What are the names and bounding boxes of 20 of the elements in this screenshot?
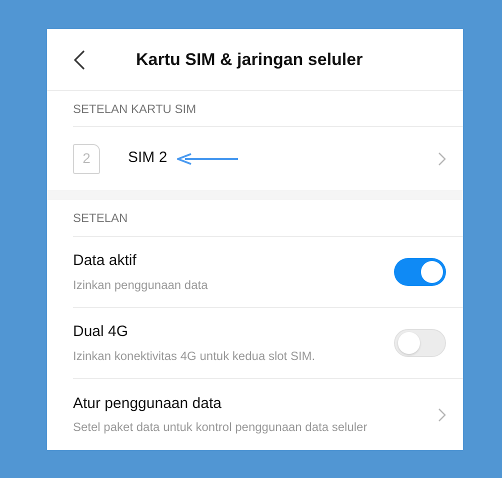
- sim-list-item[interactable]: 2 SIM 2: [73, 127, 463, 190]
- settings-list-item[interactable]: Dual 4G Izinkan konektivitas 4G untuk kedua slot SIM.: [73, 308, 463, 379]
- page-title: Kartu SIM & jaringan seluler: [136, 48, 363, 71]
- setting-description: Setel paket data untuk kontrol penggunaan data seluler: [73, 419, 368, 436]
- setting-description: Izinkan konektivitas 4G untuk kedua slot SIM.: [73, 348, 316, 365]
- setting-description: Izinkan penggunaan data: [73, 276, 209, 294]
- setting-title: Data aktif: [73, 251, 138, 272]
- sim-label: SIM 2: [128, 148, 168, 168]
- settings-list-item[interactable]: Data aktif Izinkan penggunaan data: [73, 237, 463, 308]
- chevron-right-icon: [438, 408, 446, 422]
- toggle-switch[interactable]: [394, 329, 446, 357]
- setting-title: Atur penggunaan data: [73, 394, 222, 414]
- toggle-switch[interactable]: [394, 258, 446, 286]
- setting-title: Dual 4G: [73, 322, 130, 342]
- section-heading: SETELAN: [73, 210, 128, 227]
- section-heading: SETELAN KARTU SIM: [73, 100, 196, 118]
- chevron-right-icon: [438, 152, 446, 166]
- settings-list-item[interactable]: Atur penggunaan data Setel paket data untuk kontrol penggunaan data seluler: [73, 379, 463, 450]
- back-icon[interactable]: [74, 50, 86, 70]
- sim-card-icon: 2: [73, 144, 100, 174]
